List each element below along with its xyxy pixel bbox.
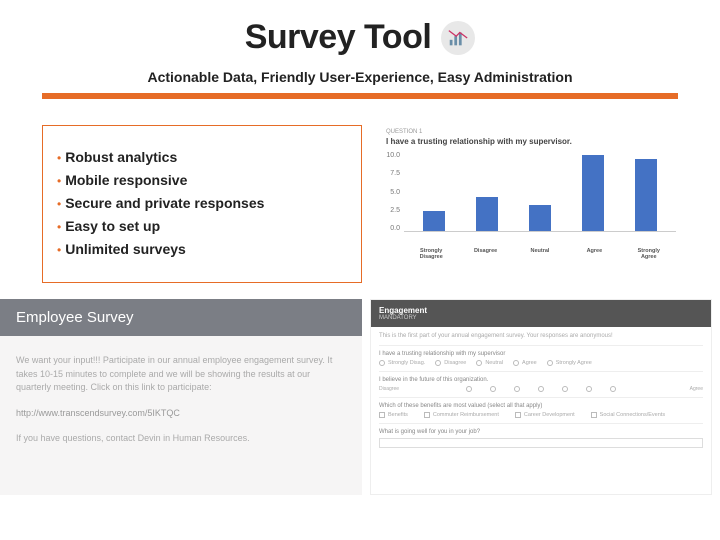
checkbox-icon	[379, 412, 385, 418]
scale-point[interactable]	[610, 386, 616, 392]
radio-row: Strongly Disag. Disagree Neutral Agree S…	[379, 360, 703, 366]
bar	[423, 211, 445, 231]
page-title: Survey Tool	[245, 18, 432, 57]
checkbox-icon	[591, 412, 597, 418]
email-link: http://www.transcendsurvey.com/5IKTQC	[16, 407, 346, 421]
feature-item: •Mobile responsive	[57, 172, 349, 190]
checkbox-icon	[515, 412, 521, 418]
mid-row: •Robust analytics •Mobile responsive •Se…	[42, 125, 678, 283]
email-body: We want your input!!! Participate in our…	[0, 336, 362, 466]
text-input[interactable]	[379, 438, 703, 448]
email-paragraph: We want your input!!! Participate in our…	[16, 354, 346, 395]
form-title: Engagement	[379, 306, 703, 315]
email-paragraph: If you have questions, contact Devin in …	[16, 432, 346, 446]
feature-item: •Robust analytics	[57, 149, 349, 167]
bottom-row: Employee Survey We want your input!!! Pa…	[0, 299, 720, 495]
radio-icon	[435, 360, 441, 366]
check-row: Benefits Commuter Reimbursement Career D…	[379, 412, 703, 418]
scale-left: Disagree	[379, 386, 405, 392]
bar	[476, 197, 498, 231]
analytics-chart: QUESTION 1 I have a trusting relationshi…	[376, 125, 678, 260]
question-row: I have a trusting relationship with my s…	[379, 345, 703, 371]
features-box: •Robust analytics •Mobile responsive •Se…	[42, 125, 362, 283]
feature-item: •Unlimited surveys	[57, 241, 349, 259]
bars-zone	[404, 152, 676, 232]
scale-point[interactable]	[490, 386, 496, 392]
radio-option[interactable]: Disagree	[435, 360, 466, 366]
scale-dots	[466, 386, 616, 392]
radio-option[interactable]: Neutral	[476, 360, 503, 366]
question-row: Which of these benefits are most valued …	[379, 397, 703, 423]
scale-row: Disagree Agree	[379, 386, 703, 392]
form-body: This is the first part of your annual en…	[371, 327, 711, 459]
bar	[635, 159, 657, 231]
checkbox-option[interactable]: Social Connections/Events	[591, 412, 665, 418]
radio-icon	[476, 360, 482, 366]
scale-point[interactable]	[538, 386, 544, 392]
bar-chart-icon	[441, 21, 475, 55]
radio-option[interactable]: Strongly Disag.	[379, 360, 425, 366]
form-header: Engagement MANDATORY	[371, 300, 711, 327]
accent-bar	[42, 93, 678, 99]
scale-point[interactable]	[514, 386, 520, 392]
bar	[529, 205, 551, 231]
email-preview: Employee Survey We want your input!!! Pa…	[0, 299, 362, 495]
chart-title: I have a trusting relationship with my s…	[386, 137, 676, 146]
bar	[582, 155, 604, 231]
scale-right: Agree	[677, 386, 703, 392]
question-row: What is going well for you in your job?	[379, 423, 703, 453]
question-text: What is going well for you in your job?	[379, 429, 703, 435]
x-axis-labels: Strongly Disagree Disagree Neutral Agree…	[404, 248, 676, 260]
scale-point[interactable]	[466, 386, 472, 392]
email-title: Employee Survey	[0, 299, 362, 336]
subtitle: Actionable Data, Friendly User-Experienc…	[0, 69, 720, 85]
scale-point[interactable]	[586, 386, 592, 392]
radio-option[interactable]: Strongly Agree	[547, 360, 592, 366]
chart-area: 10.0 7.5 5.0 2.5 0.0	[386, 152, 676, 248]
feature-item: •Easy to set up	[57, 218, 349, 236]
radio-icon	[547, 360, 553, 366]
checkbox-option[interactable]: Benefits	[379, 412, 408, 418]
question-text: I have a trusting relationship with my s…	[379, 351, 703, 357]
form-intro: This is the first part of your annual en…	[379, 333, 703, 339]
chart-kicker: QUESTION 1	[386, 129, 676, 135]
radio-option[interactable]: Agree	[513, 360, 537, 366]
y-axis-labels: 10.0 7.5 5.0 2.5 0.0	[386, 152, 404, 232]
scale-point[interactable]	[562, 386, 568, 392]
question-text: I believe in the future of this organiza…	[379, 377, 703, 383]
form-subtitle: MANDATORY	[379, 315, 703, 321]
question-text: Which of these benefits are most valued …	[379, 403, 703, 409]
checkbox-option[interactable]: Career Development	[515, 412, 575, 418]
feature-item: •Secure and private responses	[57, 195, 349, 213]
checkbox-icon	[424, 412, 430, 418]
checkbox-option[interactable]: Commuter Reimbursement	[424, 412, 499, 418]
radio-icon	[513, 360, 519, 366]
title-row: Survey Tool	[0, 0, 720, 57]
radio-icon	[379, 360, 385, 366]
slide: Survey Tool Actionable Data, Friendly Us…	[0, 0, 720, 540]
question-row: I believe in the future of this organiza…	[379, 371, 703, 397]
survey-form: Engagement MANDATORY This is the first p…	[370, 299, 712, 495]
